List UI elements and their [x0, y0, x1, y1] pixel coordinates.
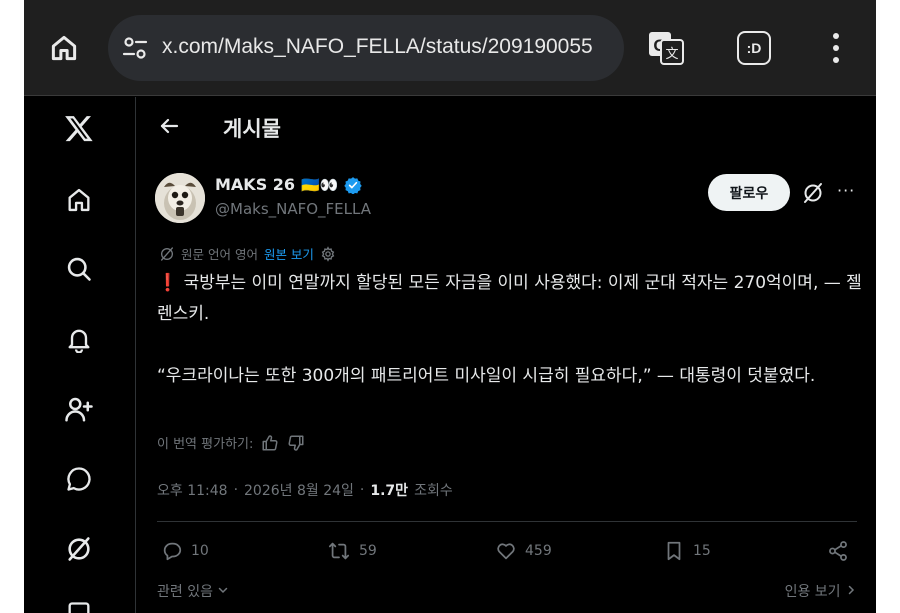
translation-settings-icon[interactable] — [320, 245, 336, 262]
tweet-meta: 오후 11:48 · 2026년 8월 24일 · 1.7만 조회수 — [157, 480, 453, 500]
translate-icon[interactable]: G 文 — [646, 28, 686, 68]
like-count: 459 — [525, 543, 552, 559]
page-title: 게시물 — [223, 117, 281, 141]
translate-globe-icon — [161, 246, 173, 261]
tweet-date[interactable]: 2026년 8월 24일 — [244, 480, 354, 500]
related-label: 관련 있음 — [157, 584, 213, 600]
rate-translation-row: 이 번역 평가하기: — [157, 433, 305, 452]
views-label: 조회수 — [414, 483, 453, 499]
like-button[interactable]: 459 — [495, 540, 552, 562]
view-quotes-label: 인용 보기 — [784, 584, 841, 600]
bookmark-icon — [667, 541, 681, 561]
repost-button[interactable]: 59 — [327, 540, 377, 562]
left-navigation — [24, 97, 136, 613]
author-display-name[interactable]: MAKS 26 — [215, 175, 295, 194]
bookmark-count: 15 — [693, 543, 711, 559]
messages-icon[interactable] — [62, 462, 96, 496]
meta-separator: · — [359, 482, 365, 498]
reply-icon — [163, 542, 182, 561]
back-arrow-icon[interactable] — [157, 114, 181, 138]
phone-screen: x.com/Maks_NAFO_FELLA/status/209190055 G… — [24, 0, 876, 613]
tweet-paragraph: ❗ 국방부는 이미 연말까지 할당된 모든 자금을 이미 사용했다: 이제 군대… — [157, 273, 862, 324]
address-bar[interactable]: x.com/Maks_NAFO_FELLA/status/209190055 — [108, 15, 624, 81]
author-avatar[interactable] — [155, 173, 205, 223]
grok-icon[interactable] — [62, 532, 96, 566]
chevron-right-icon — [848, 585, 855, 595]
view-quotes-link[interactable]: 인용 보기 — [785, 581, 857, 601]
divider — [157, 521, 857, 522]
author-name-emoji: 🇺🇦👀 — [301, 175, 339, 194]
url-text[interactable]: x.com/Maks_NAFO_FELLA/status/209190055 — [162, 35, 616, 59]
bookmark-button[interactable]: 15 — [663, 540, 711, 562]
x-logo-icon[interactable] — [62, 111, 96, 145]
verified-badge-icon — [344, 176, 363, 194]
home-icon[interactable] — [62, 183, 96, 217]
translation-note: 원문 언어 영어 원본 보기 — [159, 244, 336, 263]
thumbs-down-icon[interactable] — [287, 434, 305, 452]
tweet-actions: 10 59 459 15 — [161, 540, 851, 564]
repost-count: 59 — [359, 543, 377, 559]
follow-suggestions-icon[interactable] — [62, 392, 96, 426]
share-button[interactable] — [827, 540, 849, 562]
author-name-row[interactable]: MAKS 26 🇺🇦👀 — [215, 175, 363, 194]
lists-icon[interactable] — [62, 597, 96, 613]
show-original-link[interactable]: 원본 보기 — [264, 244, 314, 263]
reply-button[interactable]: 10 — [161, 540, 209, 562]
repost-icon — [328, 542, 350, 560]
tweet-time[interactable]: 오후 11:48 — [157, 480, 228, 500]
rate-translation-label: 이 번역 평가하기: — [157, 437, 254, 452]
svg-text:文: 文 — [665, 47, 678, 62]
chevron-down-icon — [219, 587, 228, 594]
related-dropdown[interactable]: 관련 있음 — [157, 581, 229, 601]
notifications-icon[interactable] — [62, 322, 96, 356]
views-count: 1.7만 — [370, 483, 409, 499]
share-icon — [829, 541, 847, 561]
tweet-paragraph: “우크라이나는 또한 300개의 패트리어트 미사일이 시급히 필요하다,” —… — [157, 366, 816, 386]
heart-icon — [497, 543, 515, 560]
tab-switcher-button[interactable]: :D — [737, 31, 771, 65]
site-settings-icon[interactable] — [120, 33, 150, 63]
meta-separator: · — [233, 482, 239, 498]
browser-home-icon[interactable] — [46, 30, 82, 66]
browser-menu-icon[interactable] — [824, 30, 848, 66]
author-handle[interactable]: @Maks_NAFO_FELLA — [215, 200, 371, 218]
grok-icon[interactable] — [801, 181, 825, 205]
search-icon[interactable] — [62, 252, 96, 286]
post-detail: 게시물 MAKS 26 🇺🇦👀 @Maks_NAFO_FELLA 팔로우 ···… — [137, 97, 876, 613]
browser-toolbar: x.com/Maks_NAFO_FELLA/status/209190055 G… — [24, 0, 876, 96]
more-options-icon[interactable]: ··· — [837, 181, 859, 205]
thumbs-up-icon[interactable] — [261, 434, 279, 452]
reply-count: 10 — [191, 543, 209, 559]
follow-button[interactable]: 팔로우 — [708, 174, 790, 211]
translation-label: 원문 언어 영어 — [181, 247, 258, 262]
tweet-text: ❗ 국방부는 이미 연말까지 할당된 모든 자금을 이미 사용했다: 이제 군대… — [157, 268, 863, 392]
